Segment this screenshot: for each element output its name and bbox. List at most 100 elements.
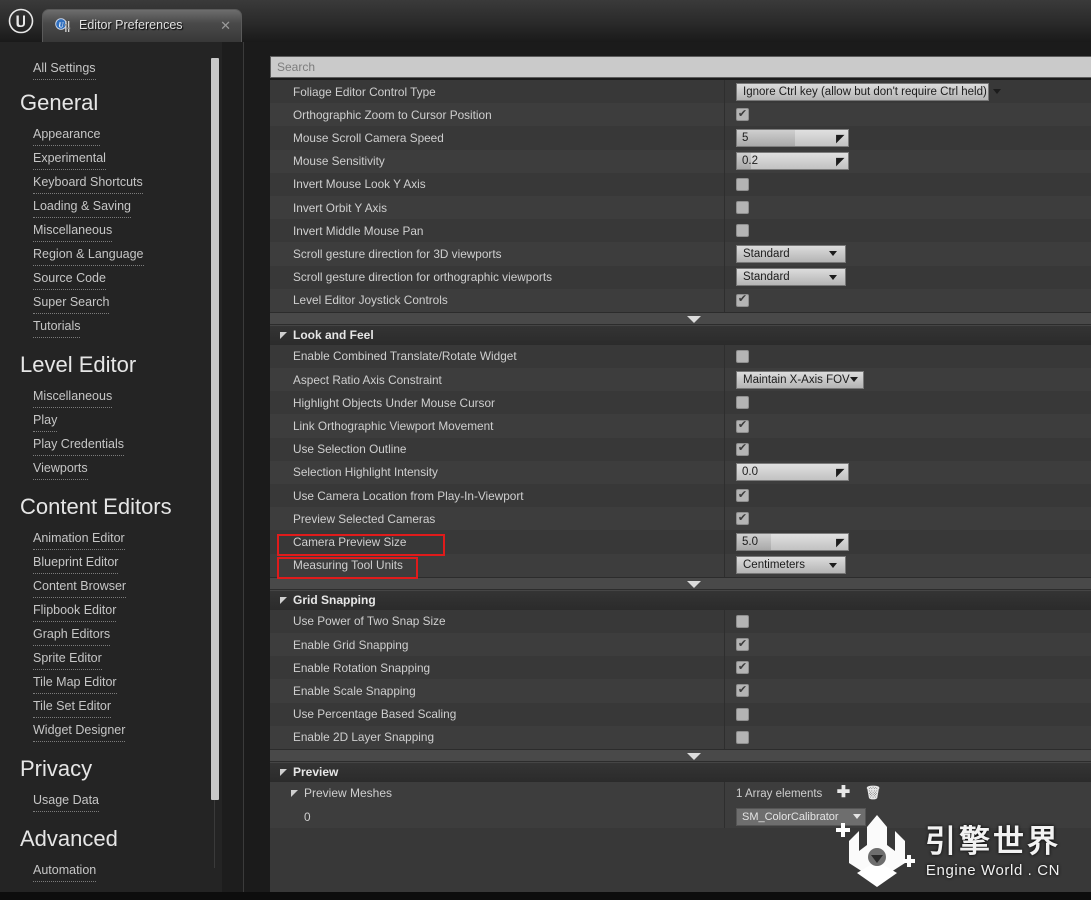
table-row[interactable]: Aspect Ratio Axis Constraint Maintain X-… [270, 368, 1091, 392]
table-row[interactable]: Enable Combined Translate/Rotate Widget [270, 344, 1091, 369]
sidebar-item-flipbook-editor[interactable]: Flipbook Editor [33, 598, 117, 622]
use-power-of-two-snap-size-checkbox[interactable] [736, 614, 749, 628]
table-row[interactable]: Highlight Objects Under Mouse Cursor [270, 391, 1091, 415]
sidebar-item-animation-editor[interactable]: Animation Editor [33, 526, 125, 550]
table-row-preview-selected-cameras[interactable]: Preview Selected Cameras [270, 507, 1091, 531]
section-collapse-bar[interactable] [270, 576, 1091, 590]
link-orthographic-viewport-movement-checkbox[interactable] [736, 419, 749, 433]
row-label: Selection Highlight Intensity [293, 465, 438, 480]
column-separator [724, 702, 725, 726]
enable-2d-layer-snapping-checkbox[interactable] [736, 730, 749, 744]
orthographic-zoom-to-cursor-checkbox[interactable] [736, 108, 749, 122]
sidebar-item-blueprint-editor[interactable]: Blueprint Editor [33, 550, 119, 574]
category-header-look-and-feel[interactable]: Look and Feel [270, 324, 1091, 345]
table-row[interactable]: Level Editor Joystick Controls [270, 288, 1091, 312]
use-selection-outline-checkbox[interactable] [736, 442, 749, 456]
sidebar-item-sprite-editor[interactable]: Sprite Editor [33, 646, 102, 670]
row-label: Mouse Scroll Camera Speed [293, 130, 444, 145]
sidebar-item-all-settings[interactable]: All Settings [33, 56, 96, 80]
table-row[interactable]: Orthographic Zoom to Cursor Position [270, 103, 1091, 127]
column-separator [724, 437, 725, 461]
tab-editor-preferences[interactable]: U Editor Preferences ✕ [42, 9, 242, 42]
subcategory-header-preview-meshes[interactable]: Preview Meshes 1 Array elements ✚ 🗑 [270, 781, 1091, 806]
sidebar-item-experimental[interactable]: Experimental [33, 146, 106, 170]
table-row[interactable]: Use Selection Outline [270, 437, 1091, 461]
table-row[interactable]: Enable 2D Layer Snapping [270, 725, 1091, 749]
search-input[interactable] [270, 56, 1091, 78]
highlight-objects-under-mouse-cursor-checkbox[interactable] [736, 396, 749, 410]
section-collapse-bar[interactable] [270, 311, 1091, 325]
table-row[interactable]: Scroll gesture direction for 3D viewport… [270, 242, 1091, 266]
table-row[interactable]: Foliage Editor Control Type Ignore Ctrl … [270, 80, 1091, 104]
table-row[interactable]: Mouse Sensitivity 0.2 ◥ [270, 149, 1091, 173]
measuring-tool-units-combo[interactable]: Centimeters [736, 556, 846, 575]
sidebar-item-super-search[interactable]: Super Search [33, 290, 110, 314]
mouse-scroll-camera-speed-spinner[interactable]: 5 ◥ [736, 128, 849, 147]
sidebar-item-miscellaneous[interactable]: Miscellaneous [33, 218, 113, 242]
table-row[interactable]: Invert Mouse Look Y Axis [270, 172, 1091, 196]
foliage-editor-control-type-combo[interactable]: Ignore Ctrl key (allow but don't require… [736, 82, 1001, 101]
sidebar-item-tile-set-editor[interactable]: Tile Set Editor [33, 694, 112, 718]
sidebar-item-source-code[interactable]: Source Code [33, 266, 106, 290]
section-collapse-bar[interactable] [270, 748, 1091, 762]
table-row[interactable]: Scroll gesture direction for orthographi… [270, 265, 1091, 289]
table-row[interactable]: Measuring Tool Units Centimeters [270, 553, 1091, 577]
sidebar-item-tile-map-editor[interactable]: Tile Map Editor [33, 670, 117, 694]
enable-rotation-snapping-checkbox[interactable] [736, 661, 749, 675]
column-separator [724, 530, 725, 554]
table-row[interactable]: Enable Grid Snapping [270, 632, 1091, 657]
sidebar-item-keyboard-shortcuts[interactable]: Keyboard Shortcuts [33, 170, 143, 194]
enable-combined-translate-rotate-widget-checkbox[interactable] [736, 349, 749, 363]
sidebar-item-play[interactable]: Play [33, 408, 58, 432]
camera-preview-size-spinner[interactable]: 5.0 ◥ [736, 532, 849, 551]
sidebar-item-play-credentials[interactable]: Play Credentials [33, 432, 125, 456]
sidebar-item-viewports[interactable]: Viewports [33, 456, 88, 480]
sidebar-item-graph-editors[interactable]: Graph Editors [33, 622, 111, 646]
sidebar-item-region-language[interactable]: Region & Language [33, 242, 144, 266]
column-separator [724, 553, 725, 577]
sidebar-item-usage-data[interactable]: Usage Data [33, 788, 100, 812]
table-row[interactable]: Use Percentage Based Scaling [270, 702, 1091, 726]
preview-selected-cameras-checkbox[interactable] [736, 512, 749, 526]
sidebar-item-le-miscellaneous[interactable]: Miscellaneous [33, 384, 113, 408]
use-percentage-based-scaling-checkbox[interactable] [736, 707, 749, 721]
table-row[interactable]: Use Power of Two Snap Size [270, 609, 1091, 633]
table-row[interactable]: Selection Highlight Intensity 0.0 ◥ [270, 460, 1091, 484]
use-camera-location-from-play-in-viewport-checkbox[interactable] [736, 489, 749, 503]
sidebar-item-automation[interactable]: Automation [33, 858, 97, 882]
sidebar-item-widget-designer[interactable]: Widget Designer [33, 718, 126, 742]
sidebar-item-loading-saving[interactable]: Loading & Saving [33, 194, 131, 218]
scroll-gesture-3d-viewports-combo[interactable]: Standard [736, 244, 846, 263]
category-header-grid-snapping[interactable]: Grid Snapping [270, 589, 1091, 610]
invert-mouse-look-y-axis-checkbox[interactable] [736, 177, 749, 191]
aspect-ratio-axis-constraint-combo[interactable]: Maintain X-Axis FOV [736, 370, 864, 389]
table-row[interactable]: Mouse Scroll Camera Speed 5 ◥ [270, 126, 1091, 150]
invert-orbit-y-axis-checkbox[interactable] [736, 201, 749, 215]
settings-navigation-sidebar[interactable]: All Settings General Appearance Experime… [0, 42, 222, 900]
plus-icon[interactable]: ✚ [837, 784, 850, 801]
close-icon[interactable]: ✕ [220, 18, 231, 33]
level-editor-joystick-controls-checkbox[interactable] [736, 293, 749, 307]
watermark-text: 引擎世界 Engine World . CN [925, 824, 1061, 879]
table-row[interactable]: Link Orthographic Viewport Movement [270, 414, 1091, 438]
table-row[interactable]: Use Camera Location from Play-In-Viewpor… [270, 484, 1091, 508]
sidebar-item-tutorials[interactable]: Tutorials [33, 314, 81, 338]
sidebar-item-appearance[interactable]: Appearance [33, 122, 101, 146]
invert-middle-mouse-pan-checkbox[interactable] [736, 224, 749, 238]
table-row[interactable]: Invert Orbit Y Axis [270, 195, 1091, 220]
table-row-camera-preview-size[interactable]: Camera Preview Size 5.0 ◥ [270, 530, 1091, 554]
table-row[interactable]: Enable Scale Snapping [270, 679, 1091, 703]
column-separator [724, 219, 725, 243]
spinner-value: 0.2 [742, 155, 758, 168]
enable-scale-snapping-checkbox[interactable] [736, 684, 749, 698]
mouse-sensitivity-spinner[interactable]: 0.2 ◥ [736, 152, 849, 171]
sidebar-scrollbar-thumb[interactable] [211, 58, 219, 800]
scroll-gesture-ortho-viewports-combo[interactable]: Standard [736, 268, 846, 287]
table-row[interactable]: Enable Rotation Snapping [270, 656, 1091, 680]
table-row[interactable]: Invert Middle Mouse Pan [270, 219, 1091, 243]
trash-icon[interactable]: 🗑 [865, 785, 882, 800]
enable-grid-snapping-checkbox[interactable] [736, 638, 749, 652]
sidebar-item-content-browser[interactable]: Content Browser [33, 574, 127, 598]
category-header-preview[interactable]: Preview [270, 761, 1091, 782]
selection-highlight-intensity-spinner[interactable]: 0.0 ◥ [736, 463, 849, 482]
